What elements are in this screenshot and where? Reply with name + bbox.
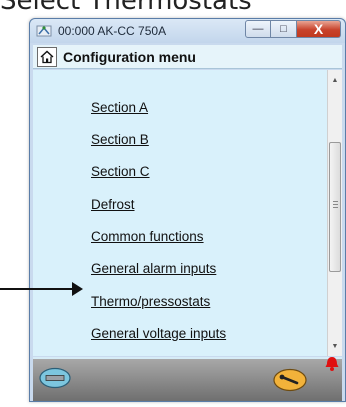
scroll-thumb[interactable] — [329, 142, 341, 272]
menu-header: Configuration menu — [33, 45, 342, 69]
pointer-arrow-head — [72, 282, 83, 296]
thumb-grip — [333, 201, 338, 202]
menu-title: Configuration menu — [63, 48, 196, 65]
service-button[interactable] — [273, 368, 307, 392]
vertical-scrollbar[interactable]: ▲ ▼ — [327, 70, 342, 356]
home-icon — [40, 50, 54, 63]
menu-list: Section A Section B Section C Defrost Co… — [33, 70, 342, 356]
home-button[interactable] — [37, 46, 57, 67]
page-caption: Select Thermostats — [0, 0, 252, 16]
window-title: 00:000 AK-CC 750A — [58, 24, 167, 38]
menu-item-general-alarm-inputs[interactable]: General alarm inputs — [91, 261, 216, 276]
window-controls: — □ X — [245, 20, 341, 38]
thumb-grip — [333, 207, 338, 208]
scroll-up-icon[interactable]: ▲ — [328, 72, 342, 88]
title-bar[interactable]: 00:000 AK-CC 750A — □ X — [30, 19, 345, 43]
keyboard-icon — [45, 375, 65, 381]
menu-item-general-voltage-inputs[interactable]: General voltage inputs — [91, 326, 226, 341]
menu-item-section-b[interactable]: Section B — [91, 132, 149, 147]
keyboard-button[interactable] — [39, 367, 71, 389]
menu-item-common-functions[interactable]: Common functions — [91, 229, 204, 244]
minimize-button[interactable]: — — [245, 20, 271, 38]
menu-item-defrost[interactable]: Defrost — [91, 197, 135, 212]
scroll-down-icon[interactable]: ▼ — [328, 338, 342, 354]
network-icon — [36, 25, 52, 37]
menu-item-thermo-pressostats[interactable]: Thermo/pressostats — [91, 294, 210, 309]
thumb-grip — [333, 204, 338, 205]
menu-item-section-a[interactable]: Section A — [91, 100, 148, 115]
pointer-arrow-line — [0, 288, 78, 290]
app-window: 00:000 AK-CC 750A — □ X Configuration me… — [29, 18, 346, 402]
alarm-bell-icon[interactable] — [323, 355, 341, 373]
bottom-toolbar — [33, 357, 342, 401]
menu-item-section-c[interactable]: Section C — [91, 164, 150, 179]
maximize-button[interactable]: □ — [271, 20, 297, 38]
close-button[interactable]: X — [297, 20, 341, 38]
